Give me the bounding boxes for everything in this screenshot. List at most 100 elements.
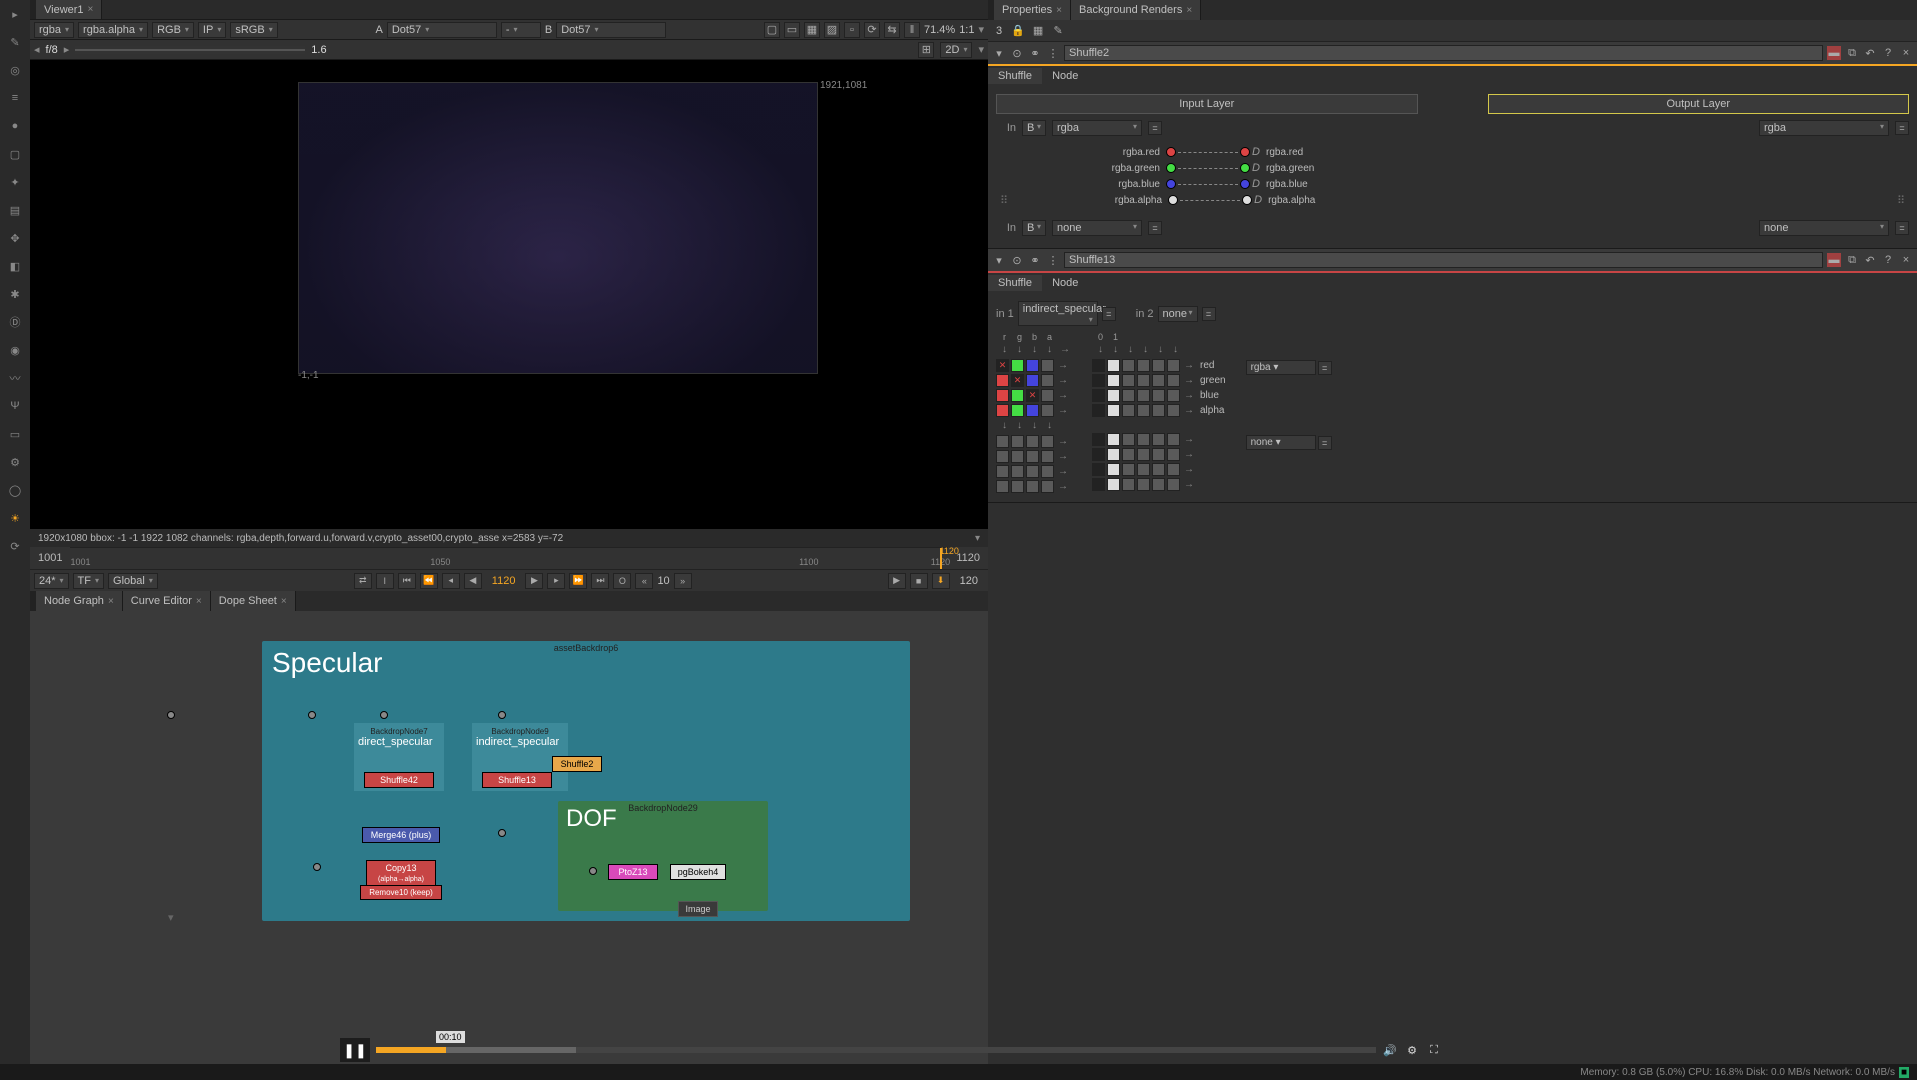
ch-dot-white[interactable] bbox=[1242, 195, 1252, 205]
grid-cell[interactable] bbox=[1137, 404, 1150, 417]
close-icon[interactable]: × bbox=[1899, 253, 1913, 267]
eye-icon[interactable]: ◉ bbox=[5, 340, 25, 360]
input-b-select[interactable]: Dot57 bbox=[556, 22, 666, 38]
grid-cell[interactable] bbox=[1041, 359, 1054, 372]
node-shuffle42[interactable]: Shuffle42 bbox=[364, 772, 434, 788]
circle-icon[interactable]: ● bbox=[5, 116, 25, 136]
cursor-icon[interactable]: ▸ bbox=[5, 4, 25, 24]
grid-cell[interactable] bbox=[1107, 374, 1120, 387]
grid-cell[interactable] bbox=[1152, 359, 1165, 372]
skip-end-button[interactable]: ⏭ bbox=[591, 573, 609, 589]
overlay-icon[interactable]: ▨ bbox=[824, 22, 840, 38]
node-ptoz[interactable]: PtoZ13 bbox=[608, 864, 658, 880]
sun-icon[interactable]: ☀ bbox=[5, 508, 25, 528]
float-icon[interactable]: ⧉ bbox=[1845, 46, 1859, 60]
grid-cell[interactable] bbox=[1137, 374, 1150, 387]
stop-button[interactable]: ■ bbox=[910, 573, 928, 589]
equals-button[interactable]: = bbox=[1148, 221, 1162, 235]
grid-cell[interactable] bbox=[1107, 463, 1120, 476]
skip-start-button[interactable]: ⏮ bbox=[398, 573, 416, 589]
viewer-mode-select[interactable]: 2D bbox=[940, 42, 972, 58]
grid-cell[interactable] bbox=[1026, 465, 1039, 478]
tab-node-graph[interactable]: Node Graph × bbox=[36, 591, 123, 611]
tab-dope-sheet[interactable]: Dope Sheet × bbox=[211, 591, 296, 611]
fps-select[interactable]: 24* bbox=[34, 573, 69, 589]
io-back-button[interactable]: « bbox=[635, 573, 653, 589]
grid-cell[interactable] bbox=[1122, 404, 1135, 417]
grid-cell[interactable] bbox=[1041, 435, 1054, 448]
node-pgbokeh[interactable]: pgBokeh4 bbox=[670, 864, 726, 880]
menu-icon[interactable]: ⋮ bbox=[1046, 46, 1060, 60]
grid-cell[interactable] bbox=[1152, 448, 1165, 461]
ch-connector[interactable] bbox=[1178, 152, 1238, 153]
channel-select-srgb[interactable]: sRGB bbox=[230, 22, 277, 38]
in1-select[interactable]: indirect_specular bbox=[1018, 301, 1098, 326]
grid-cell[interactable] bbox=[1167, 463, 1180, 476]
grid-cell[interactable] bbox=[1167, 389, 1180, 402]
tf-select[interactable]: TF bbox=[73, 573, 104, 589]
grid-cell[interactable] bbox=[996, 389, 1009, 402]
grid-cell[interactable] bbox=[1137, 463, 1150, 476]
grid-cell[interactable] bbox=[1026, 480, 1039, 493]
node-image[interactable]: Image bbox=[678, 901, 718, 917]
equals-button[interactable]: = bbox=[1102, 307, 1116, 321]
node-name-input[interactable]: Shuffle13 bbox=[1064, 252, 1823, 268]
checker-icon[interactable]: ▦ bbox=[804, 22, 820, 38]
ch-dot-red[interactable] bbox=[1166, 147, 1176, 157]
bug-icon[interactable]: Ψ bbox=[5, 396, 25, 416]
revert-icon[interactable]: ↶ bbox=[1863, 46, 1877, 60]
node-name-input[interactable]: Shuffle2 bbox=[1064, 45, 1823, 61]
grid-cell[interactable] bbox=[1152, 374, 1165, 387]
step-back-button[interactable]: ◂ bbox=[442, 573, 460, 589]
input-a-mode[interactable]: - bbox=[501, 22, 541, 38]
help-icon[interactable]: ? bbox=[1881, 46, 1895, 60]
ring-icon[interactable]: ◯ bbox=[5, 480, 25, 500]
gear-ghost-icon[interactable]: ⚙ bbox=[5, 452, 25, 472]
grid-cell[interactable] bbox=[1026, 359, 1039, 372]
prev-arrow[interactable]: ◂ bbox=[34, 43, 40, 56]
display-icon[interactable]: ▭ bbox=[784, 22, 800, 38]
chevron-down-icon[interactable]: ▾ bbox=[978, 23, 984, 36]
center-icon[interactable]: ⊙ bbox=[1010, 46, 1024, 60]
grid-cell[interactable] bbox=[1137, 433, 1150, 446]
clear-icon[interactable]: ▦ bbox=[1030, 23, 1046, 39]
grid-cell[interactable] bbox=[1092, 404, 1105, 417]
backdrop-dof[interactable]: BackdropNode29 DOF bbox=[558, 801, 768, 911]
ch-dot-blue[interactable] bbox=[1166, 179, 1176, 189]
viewer-window[interactable]: 1921,1081 -1,-1 bbox=[30, 60, 988, 529]
close-icon[interactable]: × bbox=[88, 4, 94, 15]
grid-cell[interactable]: ✕ bbox=[996, 359, 1009, 372]
ch-dot-blue[interactable] bbox=[1240, 179, 1250, 189]
grid-cell[interactable] bbox=[1152, 463, 1165, 476]
current-frame[interactable]: 1120 bbox=[486, 575, 522, 587]
snow-icon[interactable]: ✱ bbox=[5, 284, 25, 304]
step-fwd-button[interactable]: ▸ bbox=[547, 573, 565, 589]
tab-bg-renders[interactable]: Background Renders × bbox=[1071, 0, 1201, 20]
video-pause-button[interactable]: ❚❚ bbox=[340, 1038, 370, 1062]
viewer-tab[interactable]: Viewer1 × bbox=[36, 0, 102, 19]
grid-cell[interactable] bbox=[1137, 389, 1150, 402]
grid-cell[interactable] bbox=[1107, 359, 1120, 372]
shuffle-icon[interactable]: ⇄ bbox=[354, 573, 372, 589]
subtab-shuffle[interactable]: Shuffle bbox=[988, 68, 1042, 84]
grid-cell[interactable] bbox=[1026, 374, 1039, 387]
grid-cell[interactable] bbox=[1152, 478, 1165, 491]
blank-icon[interactable]: ▫ bbox=[844, 22, 860, 38]
node-dot[interactable] bbox=[313, 863, 321, 871]
grid-cell[interactable] bbox=[996, 465, 1009, 478]
grid-cell[interactable] bbox=[1122, 448, 1135, 461]
menu-icon[interactable]: ⋮ bbox=[1046, 253, 1060, 267]
grid-cell[interactable] bbox=[1152, 433, 1165, 446]
subtab-node[interactable]: Node bbox=[1042, 68, 1088, 84]
layers-icon[interactable]: ▤ bbox=[5, 200, 25, 220]
grid-cell[interactable] bbox=[996, 374, 1009, 387]
folder-icon[interactable]: ▭ bbox=[5, 424, 25, 444]
close-icon[interactable]: × bbox=[1899, 46, 1913, 60]
target-icon[interactable]: ◎ bbox=[5, 60, 25, 80]
pen-icon[interactable]: ✎ bbox=[5, 32, 25, 52]
ch-connector[interactable] bbox=[1178, 184, 1238, 185]
grid-cell[interactable] bbox=[1011, 359, 1024, 372]
in-channel-select[interactable]: rgba bbox=[1052, 120, 1142, 136]
fullscreen-icon[interactable]: ⛶ bbox=[1426, 1044, 1442, 1057]
clip-icon[interactable]: ▢ bbox=[764, 22, 780, 38]
